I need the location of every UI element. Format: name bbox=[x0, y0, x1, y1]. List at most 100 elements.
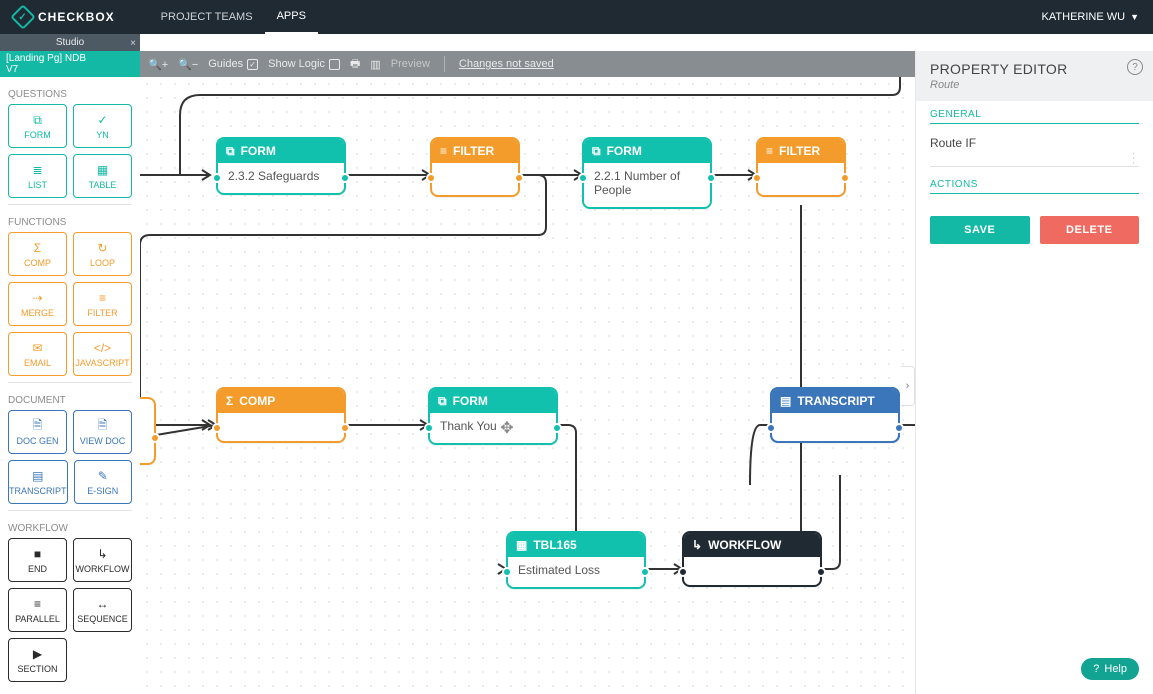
port-out[interactable] bbox=[894, 423, 904, 433]
help-icon[interactable]: ? bbox=[1127, 59, 1143, 75]
node-slice[interactable] bbox=[140, 397, 156, 465]
port-out[interactable] bbox=[150, 433, 160, 443]
table-icon: ▦ bbox=[95, 162, 111, 178]
workflow-icon: ↳ bbox=[95, 546, 111, 562]
brand-icon bbox=[14, 8, 32, 26]
port-in[interactable] bbox=[212, 423, 222, 433]
palette-list[interactable]: ≣LIST bbox=[8, 154, 67, 198]
palette-section[interactable]: ▶SECTION bbox=[8, 638, 67, 682]
port-in[interactable] bbox=[426, 173, 436, 183]
help-button[interactable]: ? Help bbox=[1081, 658, 1139, 680]
checkbox-icon: ✓ bbox=[247, 59, 258, 70]
nav-project-teams[interactable]: PROJECT TEAMS bbox=[149, 0, 265, 34]
port-in[interactable] bbox=[212, 173, 222, 183]
palette-end[interactable]: ■END bbox=[8, 538, 67, 582]
palette-email[interactable]: ✉EMAIL bbox=[8, 332, 67, 376]
palette-filter[interactable]: ≡FILTER bbox=[73, 282, 132, 326]
node-filter2[interactable]: ≡FILTER bbox=[756, 137, 846, 197]
palette-label: TRANSCRIPT bbox=[9, 486, 67, 496]
port-in[interactable] bbox=[766, 423, 776, 433]
topbar: CHECKBOX PROJECT TEAMS APPS KATHERINE WU… bbox=[0, 0, 1153, 34]
parallel-icon: ≡ bbox=[30, 596, 46, 612]
merge-icon: ⇢ bbox=[30, 290, 46, 306]
node-form2[interactable]: ⧉FORM2.2.1 Number of People bbox=[582, 137, 712, 209]
port-out[interactable] bbox=[706, 173, 716, 183]
palette-doc-gen[interactable]: 🗎DOC GEN bbox=[8, 410, 67, 454]
palette-label: FORM bbox=[24, 130, 51, 140]
node-body: Thank You bbox=[430, 413, 556, 443]
close-icon[interactable]: × bbox=[130, 38, 136, 49]
editor-header: PROPERTY EDITOR Route ? bbox=[916, 51, 1153, 101]
nav-apps[interactable]: APPS bbox=[265, 0, 318, 34]
node-form3[interactable]: ⧉FORMThank You bbox=[428, 387, 558, 445]
user-menu[interactable]: KATHERINE WU ▼ bbox=[1042, 11, 1153, 23]
zoom-in-button[interactable]: 🔍+ bbox=[148, 58, 168, 71]
palette-yn[interactable]: ✓ YN bbox=[73, 104, 132, 148]
palette-label: YN bbox=[96, 130, 109, 140]
tbl-icon: ▦ bbox=[516, 538, 527, 552]
node-body bbox=[684, 557, 820, 585]
e-sign-icon: ✎ bbox=[95, 468, 111, 484]
canvas[interactable]: › ⧉FORM2.3.2 Safeguards ≡FILTER ⧉FORM2.2.1… bbox=[140, 77, 915, 694]
tab-studio[interactable]: Studio × bbox=[0, 37, 140, 48]
group-title: WORKFLOW bbox=[8, 523, 132, 534]
palette-label: TABLE bbox=[89, 180, 117, 190]
guides-label: Guides bbox=[208, 58, 243, 70]
group-title: FUNCTIONS bbox=[8, 217, 132, 228]
port-in[interactable] bbox=[752, 173, 762, 183]
doc-gen-icon: 🗎 bbox=[30, 418, 46, 434]
palette-workflow[interactable]: ↳WORKFLOW bbox=[73, 538, 132, 582]
palette-transcript[interactable]: ▤TRANSCRIPT bbox=[8, 460, 68, 504]
yn-icon: ✓ bbox=[95, 112, 111, 128]
port-out[interactable] bbox=[340, 423, 350, 433]
port-in[interactable] bbox=[578, 173, 588, 183]
port-out[interactable] bbox=[640, 567, 650, 577]
port-out[interactable] bbox=[552, 423, 562, 433]
layout-button[interactable]: ▥ bbox=[370, 58, 380, 71]
port-in[interactable] bbox=[678, 567, 688, 577]
palette-javascript[interactable]: </>JAVASCRIPT bbox=[73, 332, 132, 376]
print-button[interactable]: 🖶 bbox=[350, 55, 360, 74]
guides-toggle[interactable]: Guides ✓ bbox=[208, 58, 258, 70]
node-form1[interactable]: ⧉FORM2.3.2 Safeguards bbox=[216, 137, 346, 195]
port-out[interactable] bbox=[840, 173, 850, 183]
node-body bbox=[772, 413, 898, 441]
node-transcript1[interactable]: ▤TRANSCRIPT bbox=[770, 387, 900, 443]
node-header: ▦TBL165 bbox=[508, 533, 644, 557]
project-label[interactable]: [Landing Pg] NDB V7 bbox=[0, 51, 140, 77]
node-filter1[interactable]: ≡FILTER bbox=[430, 137, 520, 197]
palette-e-sign[interactable]: ✎E-SIGN bbox=[74, 460, 132, 504]
palette-comp[interactable]: ΣCOMP bbox=[8, 232, 67, 276]
workflow-icon: ↳ bbox=[692, 538, 702, 552]
palette-parallel[interactable]: ≡PARALLEL bbox=[8, 588, 67, 632]
port-out[interactable] bbox=[816, 567, 826, 577]
changes-not-saved[interactable]: Changes not saved bbox=[459, 58, 554, 70]
palette-label: LOOP bbox=[90, 258, 115, 268]
port-in[interactable] bbox=[424, 423, 434, 433]
palette-view-doc[interactable]: 🗎VIEW DOC bbox=[73, 410, 132, 454]
palette-form[interactable]: ⧉ FORM bbox=[8, 104, 67, 148]
form-icon: ⧉ bbox=[30, 112, 46, 128]
general-section: GENERAL Route IF ⋰ bbox=[916, 101, 1153, 171]
panel-collapse-handle[interactable]: › bbox=[901, 366, 915, 406]
delete-button[interactable]: DELETE bbox=[1040, 216, 1140, 244]
zoom-out-button[interactable]: 🔍− bbox=[178, 58, 198, 71]
resize-handle-icon[interactable]: ⋰ bbox=[1127, 151, 1142, 166]
palette-sequence[interactable]: ↔SEQUENCE bbox=[73, 588, 132, 632]
save-button[interactable]: SAVE bbox=[930, 216, 1030, 244]
form-icon: ⧉ bbox=[592, 144, 601, 159]
preview-button[interactable]: Preview bbox=[391, 58, 430, 70]
port-in[interactable] bbox=[502, 567, 512, 577]
palette-label: VIEW DOC bbox=[80, 436, 126, 446]
route-name-field[interactable]: Route IF ⋰ bbox=[930, 132, 1139, 167]
port-out[interactable] bbox=[514, 173, 524, 183]
zoom-in-icon: 🔍+ bbox=[148, 58, 168, 71]
node-comp1[interactable]: ΣCOMP bbox=[216, 387, 346, 443]
port-out[interactable] bbox=[340, 173, 350, 183]
palette-loop[interactable]: ↻LOOP bbox=[73, 232, 132, 276]
show-logic-toggle[interactable]: Show Logic bbox=[268, 58, 340, 70]
node-wf1[interactable]: ↳WORKFLOW bbox=[682, 531, 822, 587]
palette-table[interactable]: ▦ TABLE bbox=[73, 154, 132, 198]
palette-merge[interactable]: ⇢MERGE bbox=[8, 282, 67, 326]
node-tbl1[interactable]: ▦TBL165Estimated Loss bbox=[506, 531, 646, 589]
